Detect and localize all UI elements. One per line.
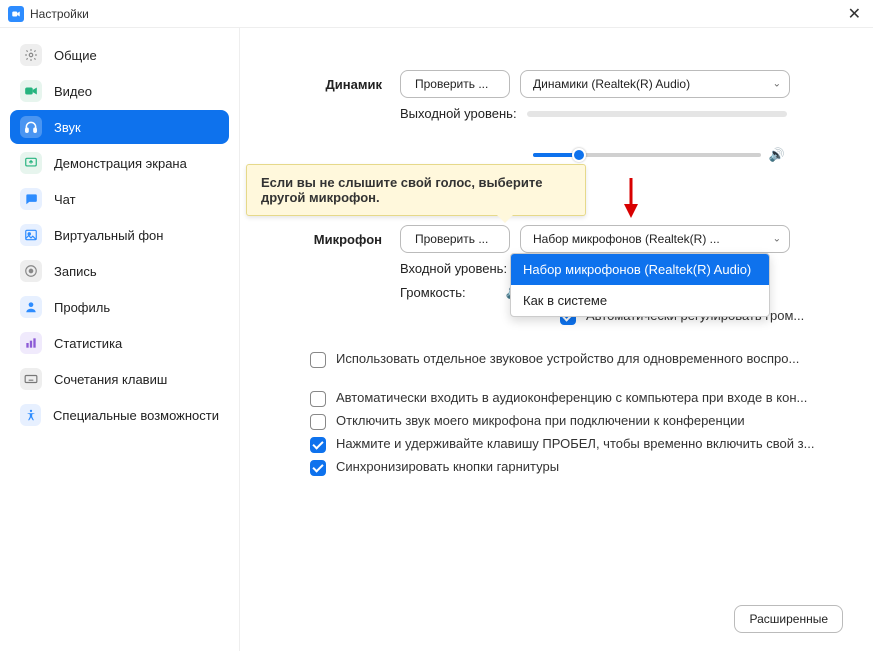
- video-icon: [20, 80, 42, 102]
- sidebar-item-label: Запись: [54, 264, 97, 279]
- chevron-down-icon: ⌄: [773, 234, 781, 245]
- sync-headset-label: Синхронизировать кнопки гарнитуры: [336, 459, 559, 474]
- chevron-down-icon: ⌄: [773, 79, 781, 90]
- headphones-icon: [20, 116, 42, 138]
- output-level-label: Выходной уровень:: [400, 106, 527, 121]
- mic-select[interactable]: Набор микрофонов (Realtek(R) ... ⌄: [520, 225, 790, 253]
- test-mic-button[interactable]: Проверить ...: [400, 225, 510, 253]
- record-icon: [20, 260, 42, 282]
- mic-tooltip: Если вы не слышите свой голос, выберите …: [246, 164, 586, 216]
- sidebar-item-share-screen[interactable]: Демонстрация экрана: [10, 146, 229, 180]
- mic-volume-label: Громкость:: [400, 285, 476, 300]
- separate-device-checkbox[interactable]: [310, 352, 326, 368]
- sidebar-item-label: Профиль: [54, 300, 110, 315]
- sidebar-item-label: Виртуальный фон: [54, 228, 163, 243]
- speaker-volume-slider[interactable]: [533, 153, 761, 157]
- sidebar-item-statistics[interactable]: Статистика: [10, 326, 229, 360]
- sidebar-item-label: Звук: [54, 120, 81, 135]
- test-speaker-label: Проверить ...: [415, 77, 488, 91]
- sidebar-item-general[interactable]: Общие: [10, 38, 229, 72]
- sidebar-item-label: Общие: [54, 48, 97, 63]
- speaker-label: Динамик: [270, 77, 400, 92]
- stats-icon: [20, 332, 42, 354]
- output-level-meter: [527, 111, 787, 117]
- sidebar-item-label: Специальные возможности: [53, 408, 219, 423]
- sidebar-item-shortcuts[interactable]: Сочетания клавиш: [10, 362, 229, 396]
- window-title: Настройки: [30, 7, 89, 21]
- share-screen-icon: [20, 152, 42, 174]
- mic-option-0[interactable]: Набор микрофонов (Realtek(R) Audio): [511, 254, 769, 285]
- tooltip-text: Если вы не слышите свой голос, выберите …: [261, 175, 542, 205]
- sync-headset-checkbox[interactable]: [310, 460, 326, 476]
- accessibility-icon: [20, 404, 41, 426]
- sidebar-item-profile[interactable]: Профиль: [10, 290, 229, 324]
- push-to-talk-label: Нажмите и удерживайте клавишу ПРОБЕЛ, чт…: [336, 436, 814, 451]
- mic-select-text: Набор микрофонов (Realtek(R) ...: [533, 232, 720, 246]
- sidebar-item-label: Демонстрация экрана: [54, 156, 187, 171]
- separate-device-label: Использовать отдельное звуковое устройст…: [336, 351, 799, 366]
- close-icon[interactable]: ✕: [844, 4, 865, 24]
- sidebar-item-chat[interactable]: Чат: [10, 182, 229, 216]
- auto-join-checkbox[interactable]: [310, 391, 326, 407]
- speaker-select[interactable]: Динамики (Realtek(R) Audio) ⌄: [520, 70, 790, 98]
- mic-label: Микрофон: [270, 232, 400, 247]
- app-icon: [8, 6, 24, 22]
- keyboard-icon: [20, 368, 42, 390]
- auto-join-label: Автоматически входить в аудиоконференцию…: [336, 390, 807, 405]
- sidebar-item-label: Чат: [54, 192, 76, 207]
- advanced-button-label: Расширенные: [749, 612, 828, 626]
- sidebar-item-label: Видео: [54, 84, 92, 99]
- user-icon: [20, 296, 42, 318]
- advanced-button[interactable]: Расширенные: [734, 605, 843, 633]
- content: Динамик Проверить ... Динамики (Realtek(…: [240, 28, 873, 651]
- mute-on-join-label: Отключить звук моего микрофона при подкл…: [336, 413, 745, 428]
- mic-dropdown-panel: Набор микрофонов (Realtek(R) Audio) Как …: [510, 253, 770, 317]
- sidebar-item-accessibility[interactable]: Специальные возможности: [10, 398, 229, 432]
- mic-option-1[interactable]: Как в системе: [511, 285, 769, 316]
- speaker-select-text: Динамики (Realtek(R) Audio): [533, 77, 690, 91]
- sidebar-item-label: Статистика: [54, 336, 122, 351]
- gear-icon: [20, 44, 42, 66]
- sidebar-item-label: Сочетания клавиш: [54, 372, 167, 387]
- titlebar: Настройки ✕: [0, 0, 873, 28]
- sidebar-item-virtual-bg[interactable]: Виртуальный фон: [10, 218, 229, 252]
- sidebar-item-audio[interactable]: Звук: [10, 110, 229, 144]
- sidebar: Общие Видео Звук Демонстрация экрана Чат: [0, 28, 240, 651]
- mute-on-join-checkbox[interactable]: [310, 414, 326, 430]
- image-icon: [20, 224, 42, 246]
- sidebar-item-recording[interactable]: Запись: [10, 254, 229, 288]
- chat-icon: [20, 188, 42, 210]
- sidebar-item-video[interactable]: Видео: [10, 74, 229, 108]
- volume-icon: 🔊: [769, 147, 785, 163]
- test-mic-label: Проверить ...: [415, 232, 488, 246]
- input-level-label: Входной уровень:: [400, 261, 517, 276]
- push-to-talk-checkbox[interactable]: [310, 437, 326, 453]
- test-speaker-button[interactable]: Проверить ...: [400, 70, 510, 98]
